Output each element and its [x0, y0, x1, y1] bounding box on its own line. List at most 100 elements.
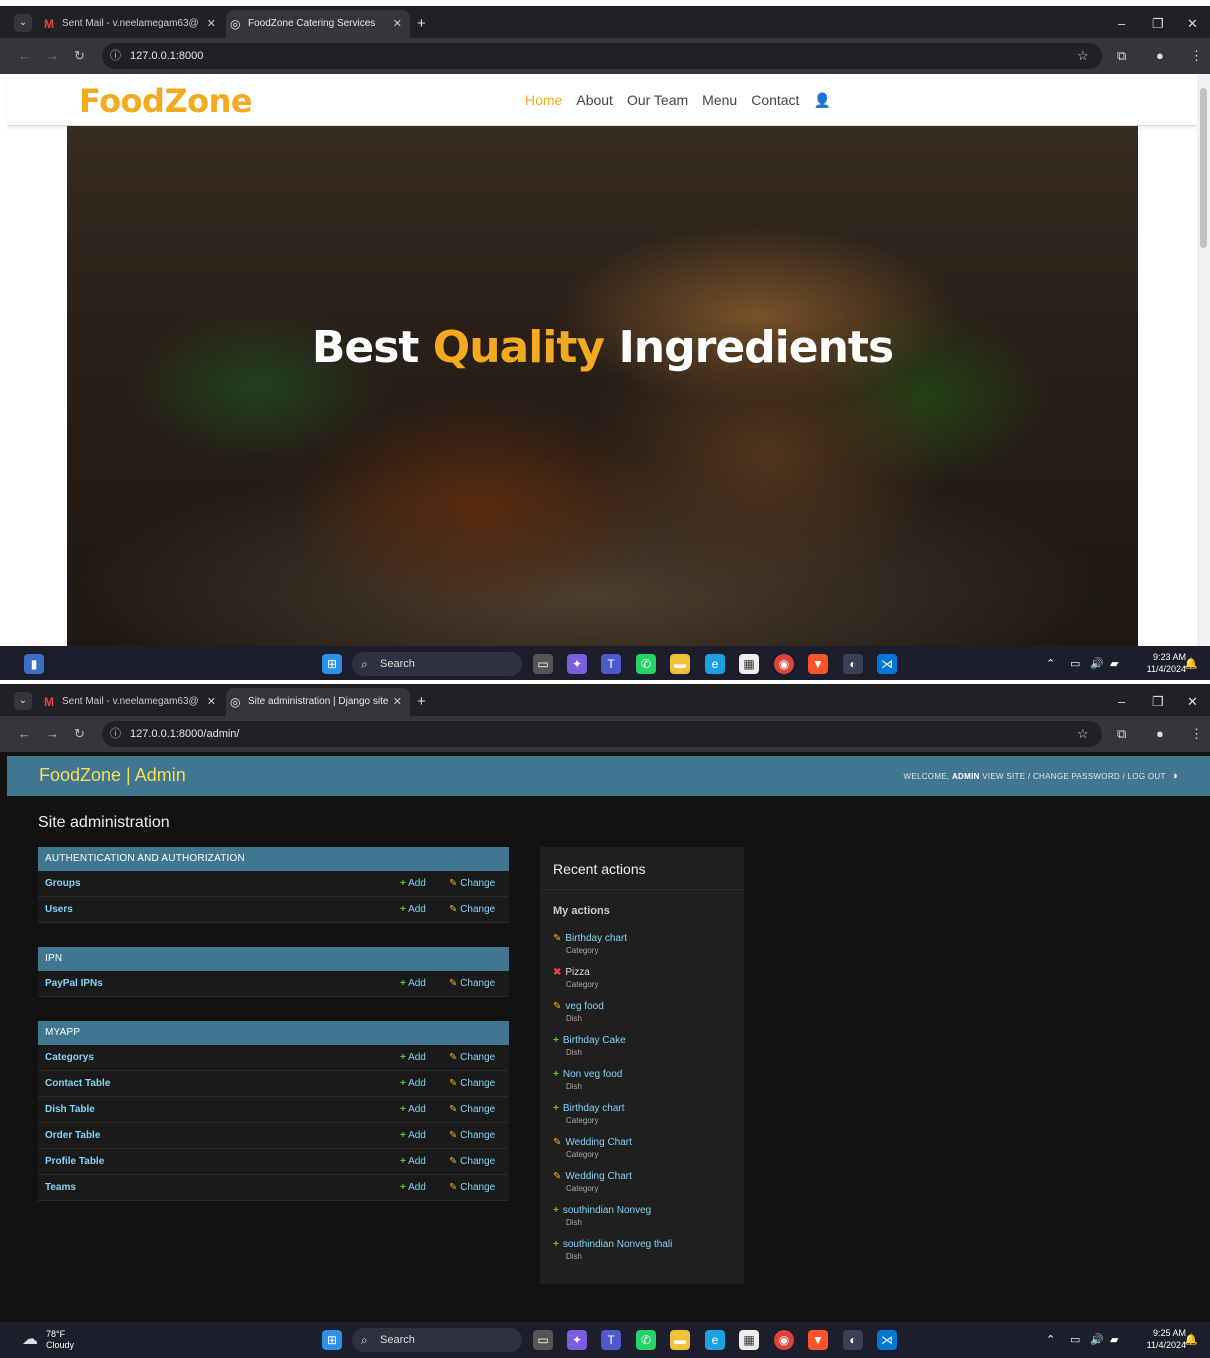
notification-bell-icon[interactable]: 🔔	[1184, 646, 1198, 682]
close-window-icon[interactable]: ✕	[1187, 688, 1198, 716]
profile-avatar-icon[interactable]: ●	[1156, 716, 1164, 752]
model-link[interactable]: Teams	[45, 1175, 76, 1201]
change-link[interactable]: ✎ Change	[449, 1123, 495, 1149]
extensions-icon[interactable]: ⧉	[1117, 38, 1126, 74]
add-link[interactable]: + Add	[400, 1123, 426, 1149]
page-scrollbar[interactable]	[1197, 74, 1210, 646]
network-icon[interactable]: ▭	[1070, 646, 1080, 682]
close-tab-icon[interactable]: ✕	[207, 10, 216, 38]
change-link[interactable]: ✎ Change	[449, 1045, 495, 1071]
taskbar-search[interactable]: ⌕ Search	[352, 1328, 522, 1352]
forward-icon[interactable]: →	[46, 716, 59, 752]
notification-bell-icon[interactable]: 🔔	[1184, 1322, 1198, 1358]
close-tab-icon[interactable]: ✕	[393, 10, 402, 38]
tab-foodzone[interactable]: ◎ FoodZone Catering Services ✕	[226, 10, 410, 38]
profile-avatar-icon[interactable]: ●	[1156, 38, 1164, 74]
action-link[interactable]: ✎ Wedding Chart	[553, 1137, 738, 1148]
chrome-profile-icon[interactable]: ◐	[843, 654, 863, 674]
task-view-icon[interactable]: ▭	[533, 1330, 553, 1350]
chrome-icon[interactable]: ◉	[774, 654, 794, 674]
model-link[interactable]: Profile Table	[45, 1149, 104, 1175]
vscode-icon[interactable]: ⋊	[877, 654, 897, 674]
site-info-icon[interactable]: ⓘ	[110, 43, 121, 69]
action-link[interactable]: + Birthday chart	[553, 1103, 738, 1114]
change-link[interactable]: ✎ Change	[449, 871, 495, 897]
site-info-icon[interactable]: ⓘ	[110, 721, 121, 747]
chrome-icon[interactable]: ◉	[774, 1330, 794, 1350]
change-link[interactable]: ✎ Change	[449, 1097, 495, 1123]
weather-widget[interactable]: 78°F Cloudy	[46, 1329, 74, 1351]
back-icon[interactable]: ←	[18, 716, 31, 752]
whatsapp-icon[interactable]: ✆	[636, 1330, 656, 1350]
tray-chevron-icon[interactable]: ⌃	[1046, 646, 1055, 682]
address-bar[interactable]: ⓘ 127.0.0.1:8000	[102, 43, 1102, 69]
model-link[interactable]: Users	[45, 897, 73, 923]
edge-icon[interactable]: e	[705, 654, 725, 674]
teams-icon[interactable]: T	[601, 654, 621, 674]
whatsapp-icon[interactable]: ✆	[636, 654, 656, 674]
model-link[interactable]: PayPal IPNs	[45, 971, 103, 997]
user-tool-links[interactable]: VIEW SITE / CHANGE PASSWORD / LOG OUT	[982, 772, 1165, 781]
nav-about[interactable]: About	[576, 92, 613, 108]
change-link[interactable]: ✎ Change	[449, 897, 495, 923]
tab-gmail[interactable]: M Sent Mail - v.neelamegam63@ ✕	[40, 688, 224, 716]
site-logo[interactable]: FoodZone	[79, 82, 253, 120]
action-link[interactable]: ✎ Wedding Chart	[553, 1171, 738, 1182]
nav-menu[interactable]: Menu	[702, 92, 737, 108]
scrollbar-thumb[interactable]	[1200, 88, 1207, 248]
restore-icon[interactable]: ❐	[1152, 10, 1164, 38]
edge-icon[interactable]: e	[705, 1330, 725, 1350]
address-bar[interactable]: ⓘ 127.0.0.1:8000/admin/	[102, 721, 1102, 747]
model-link[interactable]: Groups	[45, 871, 81, 897]
nav-contact[interactable]: Contact	[751, 92, 799, 108]
reload-icon[interactable]: ↻	[74, 716, 85, 752]
close-window-icon[interactable]: ✕	[1187, 10, 1198, 38]
file-explorer-icon[interactable]: ▬	[670, 1330, 690, 1350]
kebab-menu-icon[interactable]: ⋮	[1190, 716, 1203, 752]
volume-icon[interactable]: 🔊	[1090, 646, 1104, 682]
kebab-menu-icon[interactable]: ⋮	[1190, 38, 1203, 74]
add-link[interactable]: + Add	[400, 1149, 426, 1175]
add-link[interactable]: + Add	[400, 971, 426, 997]
store-icon[interactable]: ▦	[739, 1330, 759, 1350]
admin-brand[interactable]: FoodZone | Admin	[39, 765, 186, 786]
action-link[interactable]: + Non veg food	[553, 1069, 738, 1080]
chrome-profile-icon[interactable]: ◐	[843, 1330, 863, 1350]
change-link[interactable]: ✎ Change	[449, 971, 495, 997]
close-tab-icon[interactable]: ✕	[393, 688, 402, 716]
action-link[interactable]: + southindian Nonveg thali	[553, 1239, 738, 1250]
copilot-icon[interactable]: ✦	[567, 1330, 587, 1350]
minimize-icon[interactable]: –	[1118, 10, 1125, 38]
weather-cloud-icon[interactable]: ☁	[22, 1322, 38, 1358]
battery-icon[interactable]: ▰	[1110, 646, 1118, 682]
action-link[interactable]: ✎ veg food	[553, 1001, 738, 1012]
battery-icon[interactable]: ▰	[1110, 1322, 1118, 1358]
vscode-icon[interactable]: ⋊	[877, 1330, 897, 1350]
volume-icon[interactable]: 🔊	[1090, 1322, 1104, 1358]
extensions-icon[interactable]: ⧉	[1117, 716, 1126, 752]
widgets-icon[interactable]: ▮	[24, 654, 44, 674]
new-tab-icon[interactable]: +	[417, 10, 426, 38]
tab-django-admin[interactable]: ◎ Site administration | Django site ✕	[226, 688, 410, 716]
forward-icon[interactable]: →	[46, 38, 59, 74]
model-link[interactable]: Contact Table	[45, 1071, 110, 1097]
add-link[interactable]: + Add	[400, 1175, 426, 1201]
task-view-icon[interactable]: ▭	[533, 654, 553, 674]
windows-start-icon[interactable]: ⊞	[322, 1330, 342, 1350]
action-link[interactable]: + southindian Nonveg	[553, 1205, 738, 1216]
user-icon[interactable]: 👤	[813, 92, 830, 108]
module-caption[interactable]: IPN	[38, 947, 509, 971]
restore-icon[interactable]: ❐	[1152, 688, 1164, 716]
model-link[interactable]: Order Table	[45, 1123, 100, 1149]
copilot-icon[interactable]: ✦	[567, 654, 587, 674]
tray-chevron-icon[interactable]: ⌃	[1046, 1322, 1055, 1358]
close-tab-icon[interactable]: ✕	[207, 688, 216, 716]
add-link[interactable]: + Add	[400, 1045, 426, 1071]
action-link[interactable]: + Birthday Cake	[553, 1035, 738, 1046]
reload-icon[interactable]: ↻	[74, 38, 85, 74]
new-tab-icon[interactable]: +	[417, 688, 426, 716]
network-icon[interactable]: ▭	[1070, 1322, 1080, 1358]
module-caption[interactable]: MYAPP	[38, 1021, 509, 1045]
minimize-icon[interactable]: –	[1118, 688, 1125, 716]
back-icon[interactable]: ←	[18, 38, 31, 74]
